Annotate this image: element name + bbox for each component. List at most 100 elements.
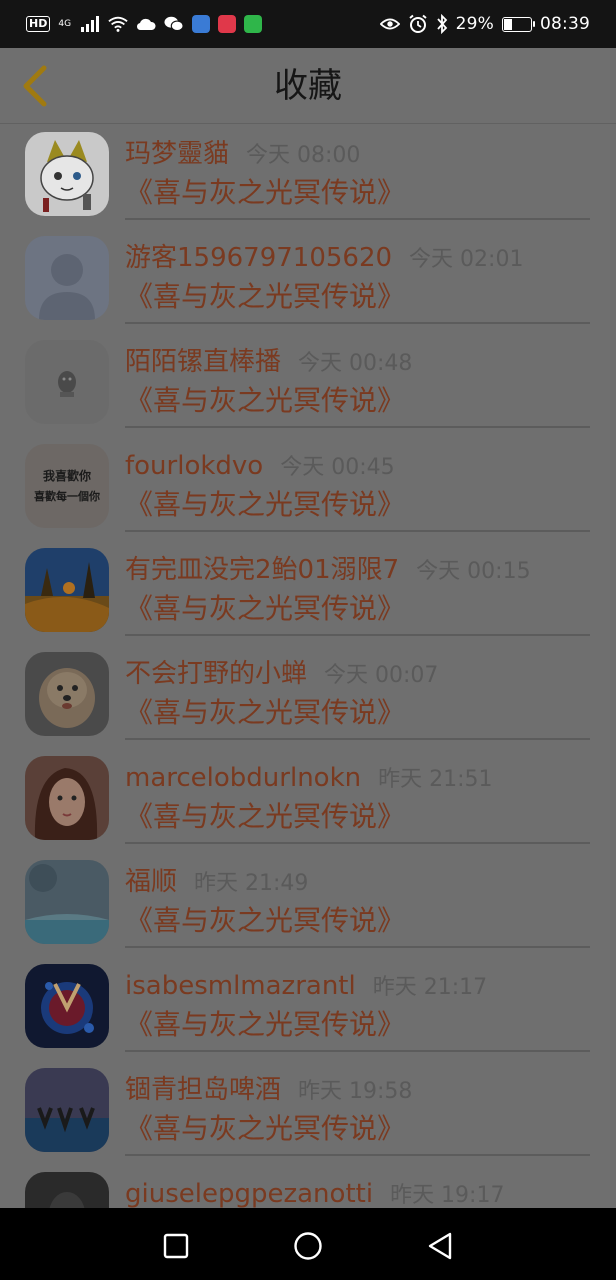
item-content: 有完皿没完2鲐01溺限7 今天 00:15 《喜与灰之光冥传说》 — [125, 540, 590, 636]
navigation-bar — [0, 1208, 616, 1280]
small-figure-avatar[interactable] — [25, 340, 109, 424]
item-header: 玛梦靈貓 今天 08:00 — [125, 138, 360, 172]
anime-avatar[interactable] — [25, 964, 109, 1048]
item-content: 锢青担岛啤酒 昨天 19:58 《喜与灰之光冥传说》 — [125, 1060, 590, 1156]
status-bar: HD 4G 29% 08:39 — [0, 0, 616, 48]
user-name[interactable]: 游客1596797105620 — [125, 242, 392, 274]
beach-avatar[interactable] — [25, 1068, 109, 1152]
page-title: 收藏 — [274, 66, 342, 106]
list-item[interactable]: isabesmlmazrantl 昨天 21:17 《喜与灰之光冥传说》 — [0, 956, 616, 1060]
item-content: 福顺 昨天 21:49 《喜与灰之光冥传说》 — [125, 852, 590, 948]
sky-avatar[interactable] — [25, 860, 109, 944]
list-item[interactable]: giuselepgpezanotti昨天 19:17《喜与灰之光冥传说》 — [0, 1164, 616, 1208]
post-time: 昨天 21:51 — [378, 767, 493, 792]
svg-text:我喜歡你: 我喜歡你 — [43, 468, 91, 483]
item-content: fourlokdvo 今天 00:45 《喜与灰之光冥传说》 — [125, 436, 590, 532]
text-avatar[interactable]: 我喜歡你喜歡每一個你 — [25, 444, 109, 528]
item-content: 玛梦靈貓 今天 08:00 《喜与灰之光冥传说》 — [125, 124, 590, 220]
girl-avatar[interactable] — [25, 756, 109, 840]
post-time: 今天 00:07 — [324, 663, 439, 688]
music-app-icon — [192, 15, 211, 33]
list-item[interactable]: marcelobdurlnokn 昨天 21:51 《喜与灰之光冥传说》 — [0, 748, 616, 852]
game-app-icon — [244, 15, 263, 33]
status-time: 08:39 — [540, 14, 590, 34]
user-name[interactable]: isabesmlmazrantl — [125, 970, 356, 1002]
item-header: 游客1596797105620 今天 02:01 — [125, 242, 523, 276]
collection-title[interactable]: 《喜与灰之光冥传说》 — [125, 696, 405, 730]
user-name[interactable]: 锢青担岛啤酒 — [125, 1074, 281, 1106]
item-header: marcelobdurlnokn 昨天 21:51 — [125, 762, 493, 796]
user-name[interactable]: 不会打野的小蝉 — [125, 658, 307, 690]
user-name[interactable]: 福顺 — [125, 866, 177, 898]
collection-title[interactable]: 《喜与灰之光冥传说》 — [125, 904, 405, 938]
item-content: giuselepgpezanotti昨天 19:17《喜与灰之光冥传说》 — [125, 1164, 590, 1208]
post-time: 昨天 21:49 — [194, 871, 309, 896]
puppy-avatar[interactable] — [25, 652, 109, 736]
collection-title[interactable]: 《喜与灰之光冥传说》 — [125, 280, 405, 314]
collection-title[interactable]: 《喜与灰之光冥传说》 — [125, 592, 405, 626]
user-name[interactable]: giuselepgpezanotti — [125, 1178, 373, 1208]
wifi-icon — [108, 14, 129, 34]
post-time: 昨天 19:17 — [390, 1183, 505, 1208]
post-time: 今天 00:45 — [280, 455, 395, 480]
item-header: 福顺 昨天 21:49 — [125, 866, 308, 900]
hd-icon: HD — [26, 16, 51, 32]
back-nav-button[interactable] — [424, 1230, 456, 1262]
list-item[interactable]: 不会打野的小蝉 今天 00:07 《喜与灰之光冥传说》 — [0, 644, 616, 748]
back-triangle-icon — [428, 1232, 452, 1260]
post-time: 昨天 19:58 — [298, 1079, 413, 1104]
collection-title[interactable]: 《喜与灰之光冥传说》 — [125, 800, 405, 834]
list-item[interactable]: 玛梦靈貓 今天 08:00 《喜与灰之光冥传说》 — [0, 124, 616, 228]
collection-title[interactable]: 《喜与灰之光冥传说》 — [125, 488, 405, 522]
user-name[interactable]: marcelobdurlnokn — [125, 762, 361, 794]
cartoon-cat-avatar[interactable] — [25, 132, 109, 216]
post-time: 今天 02:01 — [409, 247, 524, 272]
collection-title[interactable]: 《喜与灰之光冥传说》 — [125, 176, 405, 210]
item-content: isabesmlmazrantl 昨天 21:17 《喜与灰之光冥传说》 — [125, 956, 590, 1052]
battery-percent: 29% — [455, 14, 494, 34]
network-type: 4G — [58, 18, 72, 29]
post-time: 今天 00:48 — [298, 351, 413, 376]
home-circle-icon — [294, 1232, 322, 1260]
signal-icon — [80, 14, 100, 34]
item-content: 陌陌镙直棒播 今天 00:48 《喜与灰之光冥传说》 — [125, 332, 590, 428]
collection-title[interactable]: 《喜与灰之光冥传说》 — [125, 1008, 405, 1042]
user-name[interactable]: 陌陌镙直棒播 — [125, 346, 281, 378]
list-item[interactable]: 福顺 昨天 21:49 《喜与灰之光冥传说》 — [0, 852, 616, 956]
svg-text:喜歡每一個你: 喜歡每一個你 — [34, 489, 100, 503]
default-user-avatar[interactable] — [25, 236, 109, 320]
status-right: 29% 08:39 — [379, 14, 590, 34]
home-button[interactable] — [292, 1230, 324, 1262]
item-header: giuselepgpezanotti 昨天 19:17 — [125, 1178, 504, 1208]
item-header: fourlokdvo 今天 00:45 — [125, 450, 395, 484]
recents-square-icon — [163, 1233, 189, 1259]
post-time: 今天 08:00 — [246, 143, 361, 168]
wechat-icon — [164, 14, 184, 34]
item-content: 游客1596797105620 今天 02:01 《喜与灰之光冥传说》 — [125, 228, 590, 324]
list-item[interactable]: 锢青担岛啤酒 昨天 19:58 《喜与灰之光冥传说》 — [0, 1060, 616, 1164]
reader-app-icon — [218, 15, 237, 33]
list-item[interactable]: 有完皿没完2鲐01溺限7 今天 00:15 《喜与灰之光冥传说》 — [0, 540, 616, 644]
recents-button[interactable] — [160, 1230, 192, 1262]
landscape-avatar[interactable] — [25, 548, 109, 632]
user-name[interactable]: 有完皿没完2鲐01溺限7 — [125, 554, 399, 586]
user-name[interactable]: 玛梦靈貓 — [125, 138, 229, 170]
item-header: 有完皿没完2鲐01溺限7 今天 00:15 — [125, 554, 531, 588]
list-item[interactable]: 游客1596797105620 今天 02:01 《喜与灰之光冥传说》 — [0, 228, 616, 332]
item-header: isabesmlmazrantl 昨天 21:17 — [125, 970, 487, 1004]
item-content: marcelobdurlnokn 昨天 21:51 《喜与灰之光冥传说》 — [125, 748, 590, 844]
item-header: 不会打野的小蝉 今天 00:07 — [125, 658, 438, 692]
collection-title[interactable]: 《喜与灰之光冥传说》 — [125, 384, 405, 418]
post-time: 昨天 21:17 — [372, 975, 488, 1000]
status-left: HD 4G — [26, 14, 263, 34]
user-name[interactable]: fourlokdvo — [125, 450, 263, 482]
list-item[interactable]: 陌陌镙直棒播 今天 00:48 《喜与灰之光冥传说》 — [0, 332, 616, 436]
eye-icon — [379, 14, 400, 34]
list-item[interactable]: 我喜歡你喜歡每一個你 fourlokdvo 今天 00:45 《喜与灰之光冥传说》 — [0, 436, 616, 540]
collection-title[interactable]: 《喜与灰之光冥传说》 — [125, 1112, 405, 1146]
dark-face-avatar[interactable] — [25, 1172, 109, 1208]
item-header: 陌陌镙直棒播 今天 00:48 — [125, 346, 412, 380]
item-content: 不会打野的小蝉 今天 00:07 《喜与灰之光冥传说》 — [125, 644, 590, 740]
app-header: 收藏 — [0, 48, 616, 124]
favorites-list[interactable]: 玛梦靈貓 今天 08:00 《喜与灰之光冥传说》 游客1596797105620 今天 … — [0, 124, 616, 1208]
